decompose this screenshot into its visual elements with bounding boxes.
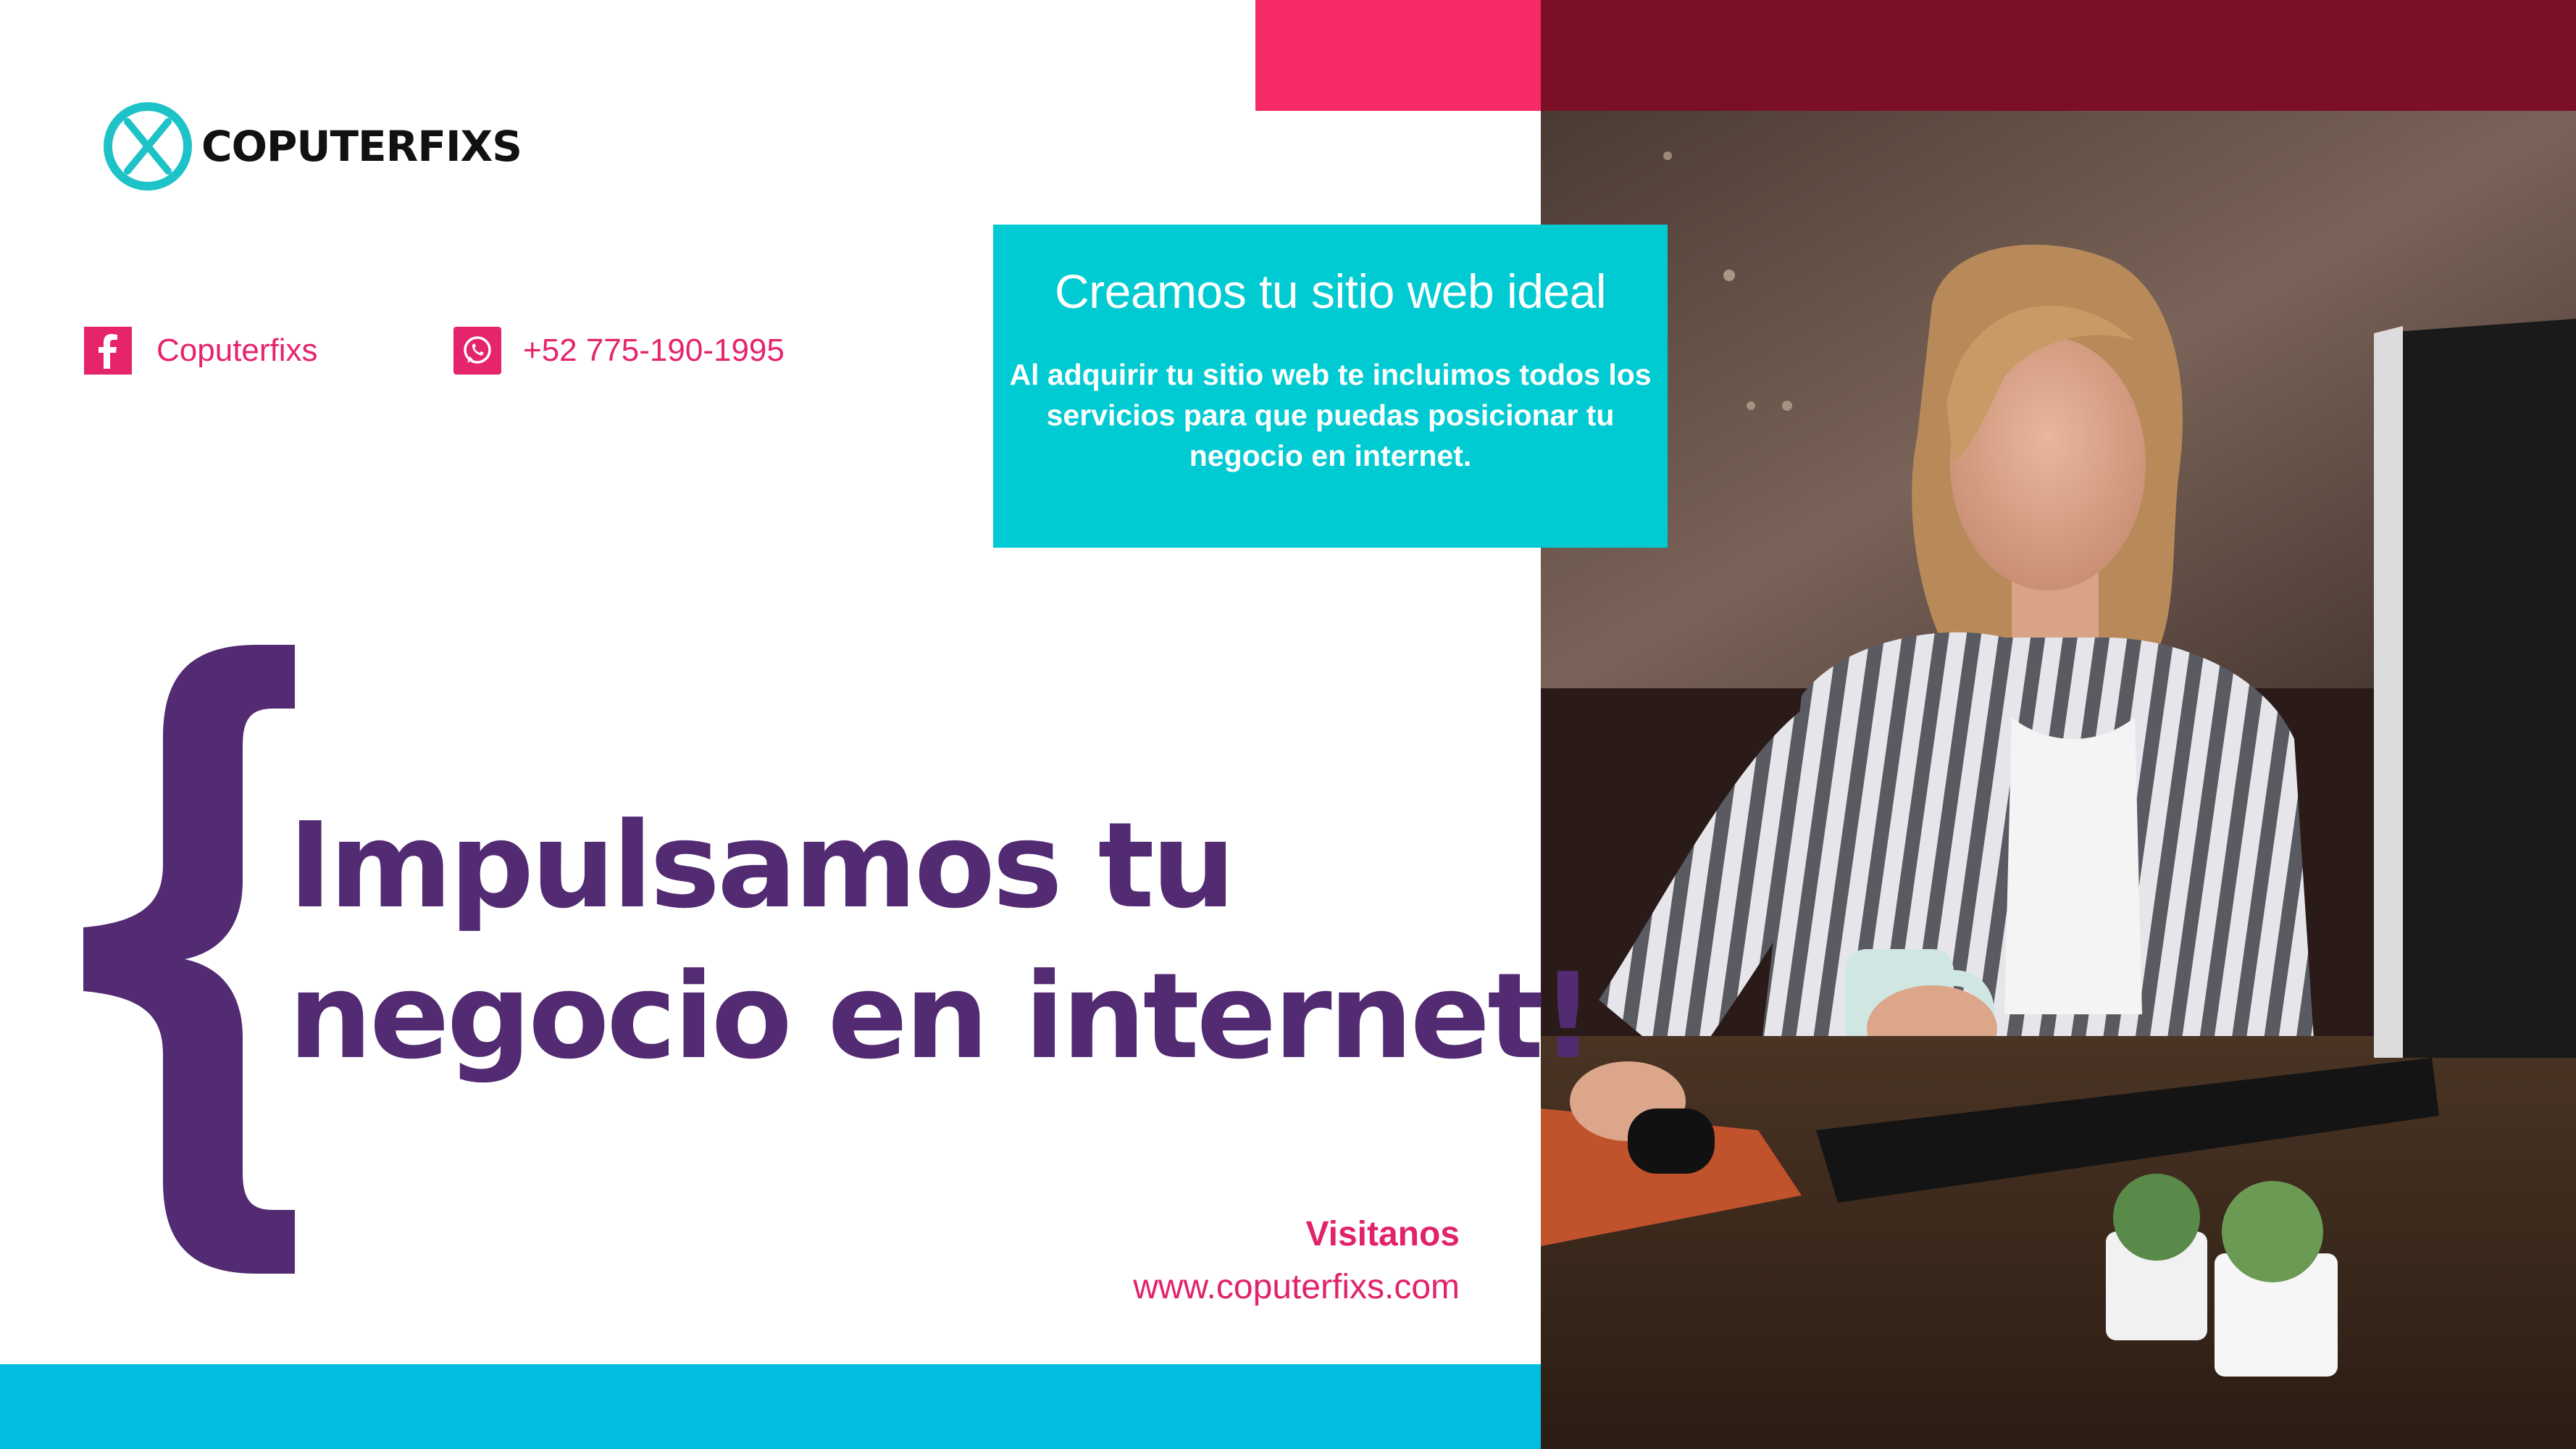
visit-label: Visitanos <box>1305 1215 1460 1253</box>
circle-x-logo-icon <box>104 102 192 191</box>
hero-photo <box>1541 0 2576 1449</box>
facebook-contact[interactable]: Coputerfixs <box>84 326 318 375</box>
whatsapp-icon <box>453 327 501 375</box>
brand-logo: COPUTERFIXS <box>101 99 522 193</box>
cyan-footer-bar <box>0 1364 1541 1449</box>
whatsapp-number: +52 775-190-1995 <box>523 333 785 368</box>
curly-brace-shape <box>83 645 295 1274</box>
info-box: Creamos tu sitio web ideal Al adquirir t… <box>993 225 1668 548</box>
headline: Impulsamos tu negocio en internet! <box>288 791 1594 1093</box>
website-link[interactable]: www.coputerfixs.com <box>1133 1264 1460 1311</box>
headline-line-1: Impulsamos tu <box>288 798 1236 935</box>
info-body: Al adquirir tu sitio web te incluimos to… <box>1009 357 1652 473</box>
headline-line-2: negocio en internet! <box>288 948 1594 1085</box>
whatsapp-contact[interactable]: +52 775-190-1995 <box>453 326 785 375</box>
brand-name: COPUTERFIXS <box>201 122 522 171</box>
visit-block: Visitanos www.coputerfixs.com <box>1133 1206 1460 1311</box>
pink-accent-bar <box>1255 0 1541 111</box>
promo-banner: COPUTERFIXS Coputerfixs +52 775-190-1995… <box>0 0 2576 1449</box>
facebook-icon <box>84 327 132 375</box>
info-title: Creamos tu sitio web ideal <box>1054 264 1607 318</box>
facebook-label: Coputerfixs <box>156 333 318 368</box>
